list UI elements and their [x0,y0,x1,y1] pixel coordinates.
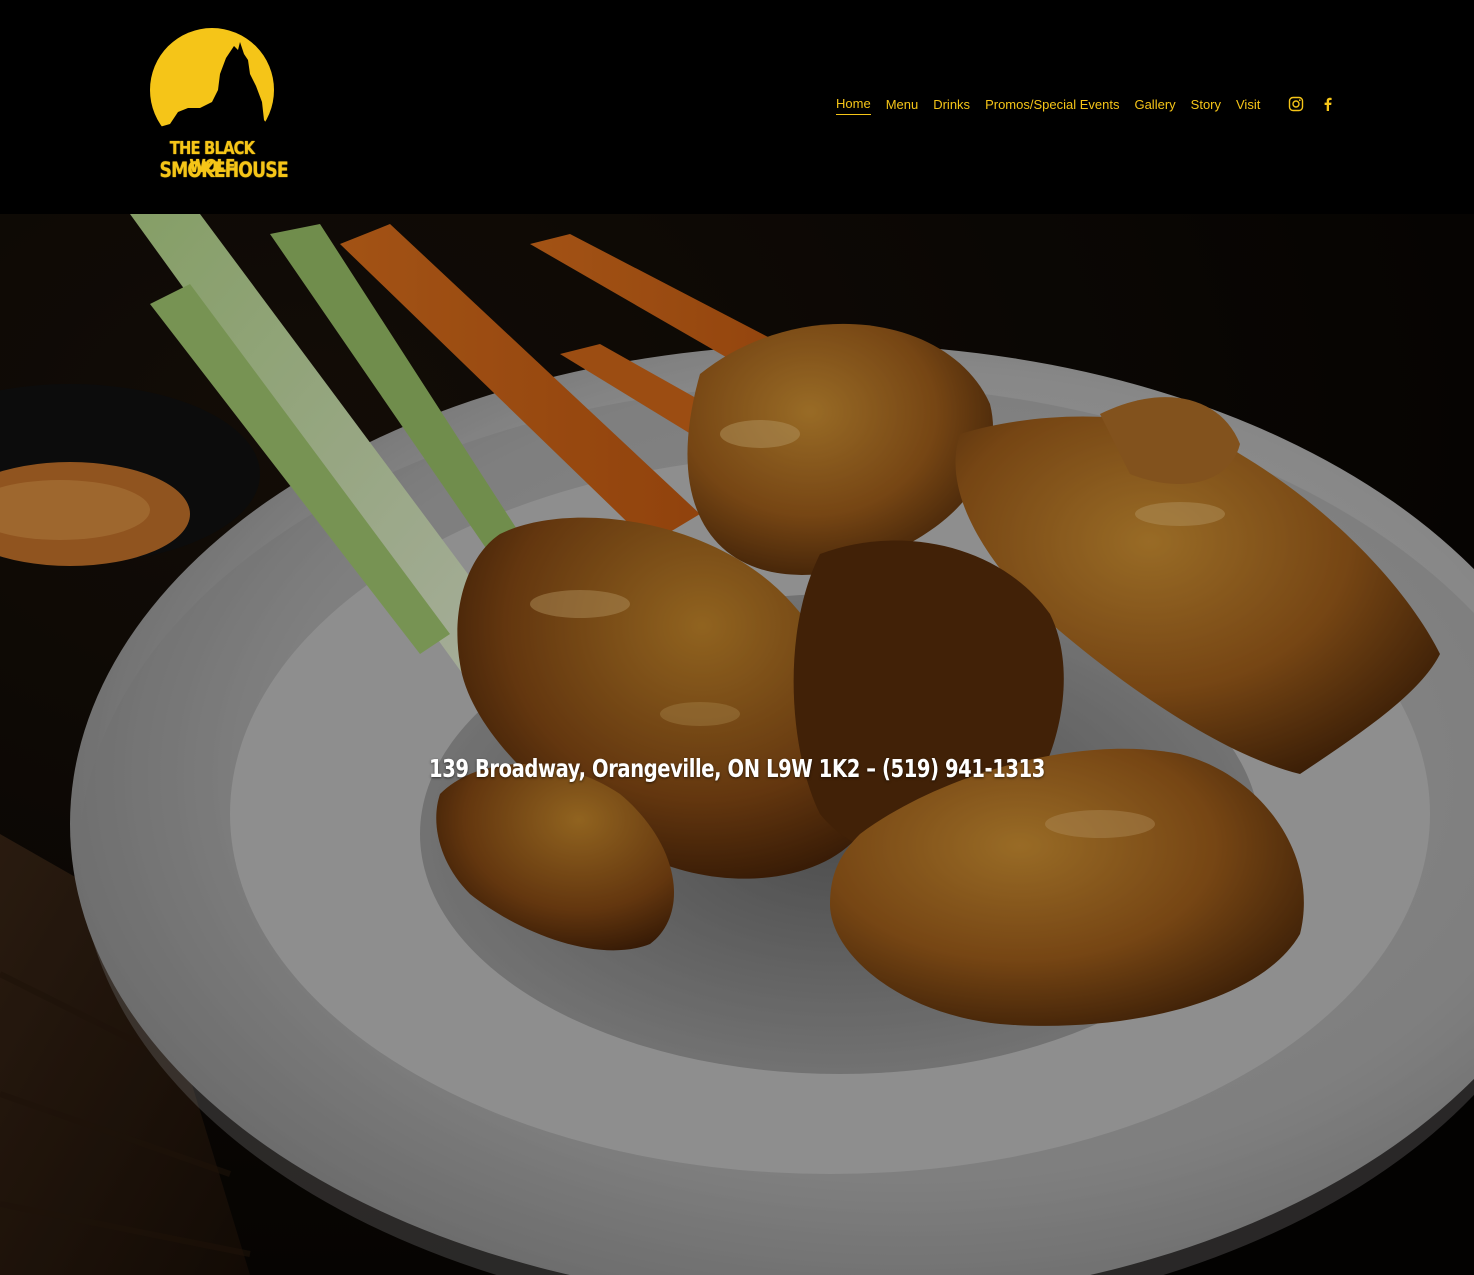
instagram-icon[interactable] [1288,96,1304,112]
brand-logo[interactable]: THE BLACK WOLF SMOKEHOUSE [148,28,289,184]
main-navigation: Home Menu Drinks Promos/Special Events G… [836,96,1275,115]
nav-item-promos-special-events[interactable]: Promos/Special Events [985,97,1119,115]
nav-item-menu[interactable]: Menu [886,97,919,115]
nav-item-story[interactable]: Story [1191,97,1221,115]
facebook-icon[interactable] [1320,96,1336,112]
nav-item-visit[interactable]: Visit [1236,97,1260,115]
nav-item-drinks[interactable]: Drinks [933,97,970,115]
nav-item-gallery[interactable]: Gallery [1134,97,1175,115]
site-header: THE BLACK WOLF SMOKEHOUSE Home Menu Drin… [0,0,1474,214]
howling-wolf-moon-icon [148,28,276,140]
nav-item-home[interactable]: Home [836,96,871,115]
social-links [1288,96,1352,112]
hero-dark-overlay [0,214,1474,1275]
brand-name-line2: SMOKEHOUSE [159,158,289,182]
address-phone-text: 139 Broadway, Orangeville, ON L9W 1K2 – … [429,754,1045,783]
hero-section: 139 Broadway, Orangeville, ON L9W 1K2 – … [0,214,1474,1275]
